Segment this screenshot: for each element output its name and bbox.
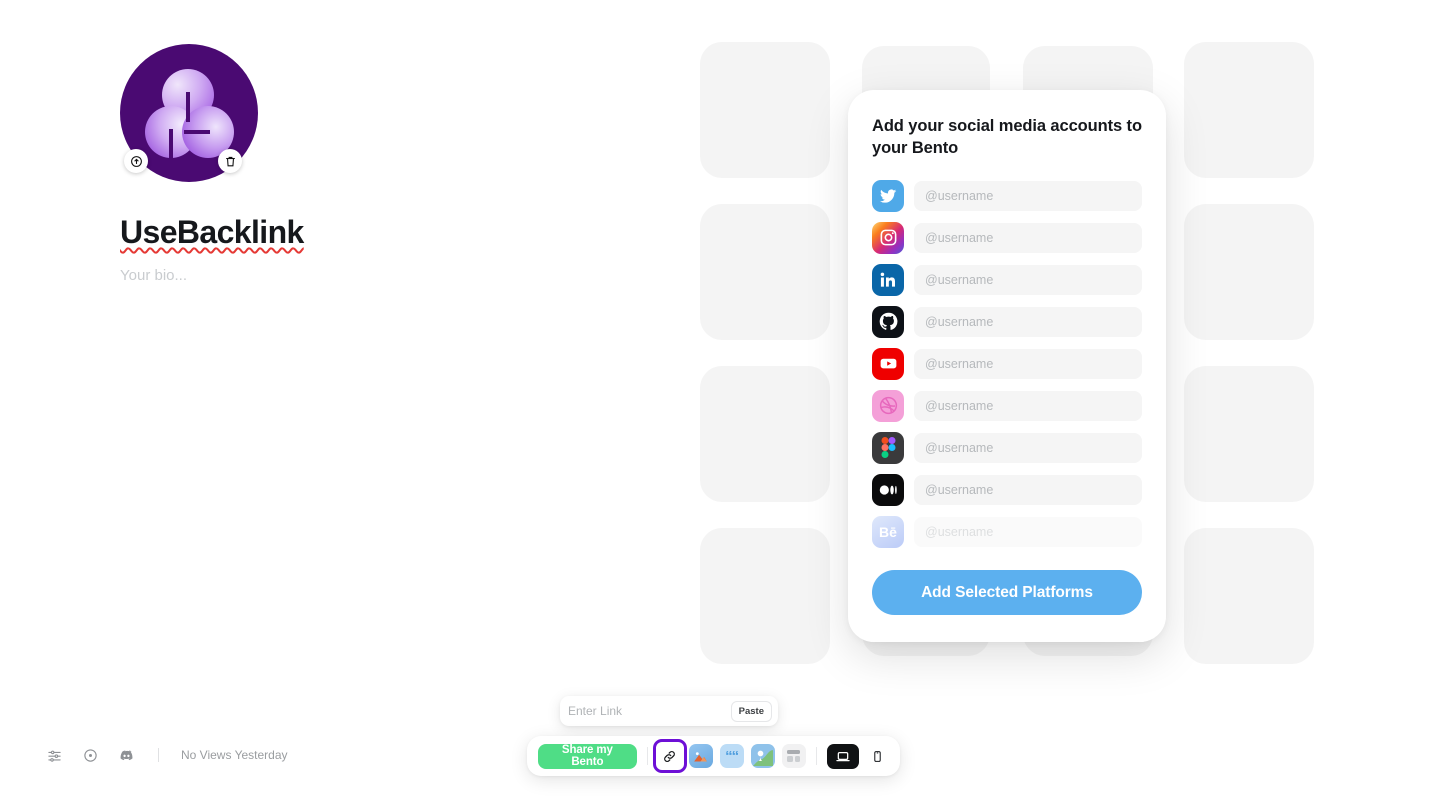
social-row bbox=[872, 473, 1142, 506]
youtube-icon[interactable] bbox=[872, 347, 904, 380]
username-input-youtube[interactable] bbox=[914, 348, 1142, 379]
social-row bbox=[872, 347, 1142, 380]
map-glyph bbox=[752, 750, 773, 766]
bio-placeholder[interactable]: Your bio... bbox=[120, 267, 540, 284]
bento-editor-page: UseBacklink Your bio... Add your social … bbox=[0, 0, 1430, 804]
logo-notch-1 bbox=[186, 92, 190, 122]
placeholder-card[interactable] bbox=[1184, 42, 1314, 178]
link-input[interactable] bbox=[568, 704, 731, 718]
trash-icon bbox=[225, 156, 235, 166]
placeholder-card[interactable] bbox=[1184, 366, 1314, 502]
add-selected-platforms-button[interactable]: Add Selected Platforms bbox=[872, 570, 1142, 615]
social-row bbox=[872, 179, 1142, 212]
footer-divider bbox=[158, 748, 159, 762]
username-input-behance[interactable] bbox=[914, 516, 1142, 547]
sliders-glyph bbox=[47, 750, 61, 762]
social-row bbox=[872, 389, 1142, 422]
username-input-linkedin[interactable] bbox=[914, 264, 1142, 295]
social-row bbox=[872, 221, 1142, 254]
page-title[interactable]: UseBacklink bbox=[120, 214, 304, 251]
instagram-icon[interactable] bbox=[872, 221, 904, 254]
username-input-medium[interactable] bbox=[914, 474, 1142, 505]
image-icon[interactable] bbox=[688, 744, 713, 768]
placeholder-card[interactable] bbox=[700, 528, 830, 664]
logo-notch-3 bbox=[184, 130, 210, 134]
social-row: Bē bbox=[872, 515, 1142, 548]
placeholder-card[interactable] bbox=[1184, 204, 1314, 340]
image-glyph bbox=[694, 751, 707, 761]
medium-icon[interactable] bbox=[872, 473, 904, 506]
link-icon[interactable] bbox=[652, 739, 687, 773]
map-icon[interactable] bbox=[750, 744, 775, 768]
social-row bbox=[872, 431, 1142, 464]
social-accounts-modal: Add your social media accounts to your B… bbox=[848, 90, 1166, 642]
behance-icon[interactable]: Bē bbox=[872, 515, 904, 548]
placeholder-card[interactable] bbox=[700, 204, 830, 340]
placeholder-card[interactable] bbox=[1184, 528, 1314, 664]
bottom-toolbar: Share my Bento ““ bbox=[527, 736, 900, 776]
social-rows: Bē bbox=[872, 179, 1142, 548]
placeholder-card[interactable] bbox=[700, 366, 830, 502]
profile-panel: UseBacklink Your bio... bbox=[120, 44, 540, 284]
paste-button[interactable]: Paste bbox=[730, 700, 772, 722]
upload-icon bbox=[130, 155, 142, 167]
footer-bar: No Views Yesterday bbox=[44, 745, 288, 765]
link-glyph bbox=[664, 750, 675, 762]
desktop-glyph bbox=[836, 752, 850, 762]
twitter-icon[interactable] bbox=[872, 179, 904, 212]
quote-glyph: ““ bbox=[725, 747, 739, 765]
modal-title: Add your social media accounts to your B… bbox=[872, 117, 1142, 157]
username-input-twitter[interactable] bbox=[914, 180, 1142, 211]
linkedin-icon[interactable] bbox=[872, 263, 904, 296]
views-status-text: No Views Yesterday bbox=[181, 748, 288, 762]
figma-icon[interactable] bbox=[872, 431, 904, 464]
avatar-delete-button[interactable] bbox=[218, 149, 242, 173]
username-input-figma[interactable] bbox=[914, 432, 1142, 463]
section-icon[interactable] bbox=[781, 744, 806, 768]
settings-sliders-icon[interactable] bbox=[44, 745, 64, 765]
mobile-view-icon[interactable] bbox=[866, 744, 889, 769]
dribbble-icon[interactable] bbox=[872, 389, 904, 422]
avatar-wrap bbox=[120, 44, 258, 182]
link-input-popover: Paste bbox=[560, 696, 778, 726]
mobile-glyph bbox=[874, 750, 881, 762]
section-dots bbox=[787, 756, 801, 762]
logo-notch-2 bbox=[169, 129, 173, 158]
toolbar-divider-2 bbox=[815, 747, 817, 765]
quote-icon[interactable]: ““ bbox=[719, 744, 744, 768]
toolbar-divider-1 bbox=[646, 747, 648, 765]
avatar-upload-button[interactable] bbox=[124, 149, 148, 173]
social-row bbox=[872, 263, 1142, 296]
share-my-bento-button[interactable]: Share my Bento bbox=[538, 743, 637, 769]
discord-icon[interactable] bbox=[116, 745, 136, 765]
placeholder-card[interactable] bbox=[700, 42, 830, 178]
username-input-instagram[interactable] bbox=[914, 222, 1142, 253]
section-bar bbox=[787, 750, 801, 755]
social-row bbox=[872, 305, 1142, 338]
username-input-dribbble[interactable] bbox=[914, 390, 1142, 421]
discord-glyph bbox=[120, 750, 132, 760]
desktop-view-icon[interactable] bbox=[826, 743, 860, 769]
help-glyph bbox=[83, 748, 97, 762]
help-circle-icon[interactable] bbox=[80, 745, 100, 765]
github-icon[interactable] bbox=[872, 305, 904, 338]
username-input-github[interactable] bbox=[914, 306, 1142, 337]
